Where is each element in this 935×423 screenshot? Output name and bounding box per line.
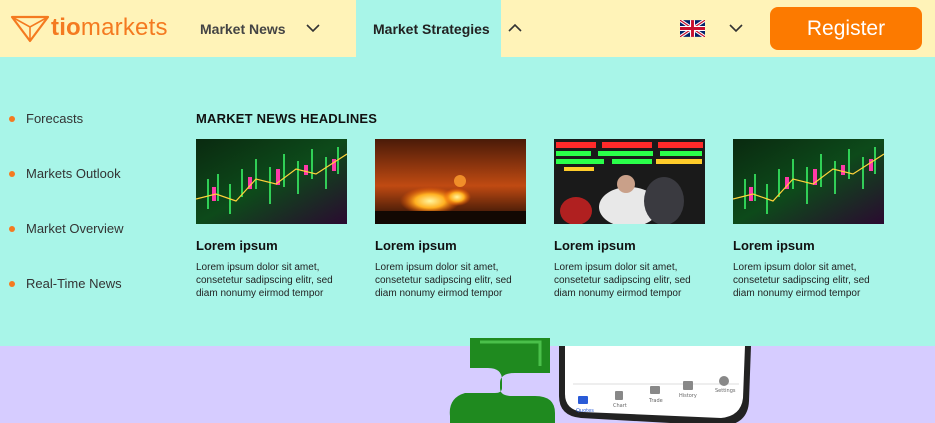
- chart-thumbnail-image: [733, 139, 884, 224]
- phone-mockup-illustration: Quotes Chart Trade History Settings: [559, 346, 751, 423]
- dollar-sign-illustration: [449, 338, 555, 423]
- phone-tab-quotes: Quotes: [576, 408, 594, 414]
- phone-tab-trade: Trade: [648, 398, 663, 404]
- news-card-title: Lorem ipsum: [375, 238, 457, 253]
- register-button[interactable]: Register: [770, 7, 922, 50]
- news-card-excerpt: Lorem ipsum dolor sit amet, consetetur s…: [554, 262, 691, 299]
- bullet-icon: [9, 170, 15, 177]
- nav-market-strategies[interactable]: Market Strategies: [356, 0, 501, 57]
- tiomarkets-logo[interactable]: tiomarkets: [10, 12, 168, 44]
- nav-market-news[interactable]: Market News: [200, 0, 286, 57]
- gas-flare-thumbnail-image: [375, 139, 526, 224]
- bullet-icon: [9, 225, 15, 232]
- chart-thumbnail-image: [196, 139, 347, 224]
- menu-item-label: Forecasts: [26, 111, 84, 126]
- menu-item-markets-outlook[interactable]: Markets Outlook: [9, 166, 121, 181]
- phone-tab-history: History: [679, 393, 697, 399]
- news-card-excerpt: Lorem ipsum dolor sit amet, consetetur s…: [375, 262, 512, 299]
- section-title: MARKET NEWS HEADLINES: [196, 111, 378, 126]
- logo-icon: [10, 15, 50, 43]
- site-header: tiomarkets Market News Market Strategies…: [0, 0, 935, 57]
- nav-market-strategies-label: Market Strategies: [373, 20, 490, 37]
- news-card-excerpt: Lorem ipsum dolor sit amet, consetetur s…: [733, 262, 870, 299]
- news-card[interactable]: Lorem ipsum Lorem ipsum dolor sit amet, …: [196, 139, 347, 300]
- menu-item-label: Real-Time News: [26, 276, 122, 291]
- news-card-title: Lorem ipsum: [733, 238, 815, 253]
- menu-item-forecasts[interactable]: Forecasts: [9, 111, 83, 126]
- news-card-title: Lorem ipsum: [196, 238, 278, 253]
- trading-floor-thumbnail-image: [554, 139, 705, 224]
- chevron-up-icon[interactable]: [507, 21, 523, 35]
- menu-item-label: Market Overview: [26, 221, 124, 236]
- logo-text: tiomarkets: [51, 14, 168, 41]
- news-card[interactable]: Lorem ipsum Lorem ipsum dolor sit amet, …: [375, 139, 526, 300]
- market-strategies-menu: Forecasts Markets Outlook Market Overvie…: [0, 57, 935, 346]
- news-card[interactable]: Lorem ipsum Lorem ipsum dolor sit amet, …: [554, 139, 705, 300]
- menu-item-market-overview[interactable]: Market Overview: [9, 221, 124, 236]
- news-card[interactable]: Lorem ipsum Lorem ipsum dolor sit amet, …: [733, 139, 884, 300]
- phone-tab-settings: Settings: [715, 388, 736, 394]
- uk-flag-icon[interactable]: [680, 20, 705, 37]
- news-card-title: Lorem ipsum: [554, 238, 636, 253]
- menu-item-label: Markets Outlook: [26, 166, 121, 181]
- phone-tab-chart: Chart: [613, 403, 627, 409]
- news-card-excerpt: Lorem ipsum dolor sit amet, consetetur s…: [196, 262, 333, 299]
- menu-item-real-time-news[interactable]: Real-Time News: [9, 276, 122, 291]
- bullet-icon: [9, 115, 15, 122]
- nav-market-news-label: Market News: [200, 20, 286, 37]
- bullet-icon: [9, 280, 15, 287]
- chevron-down-icon[interactable]: [305, 21, 321, 35]
- language-chevron-down-icon[interactable]: [728, 21, 744, 35]
